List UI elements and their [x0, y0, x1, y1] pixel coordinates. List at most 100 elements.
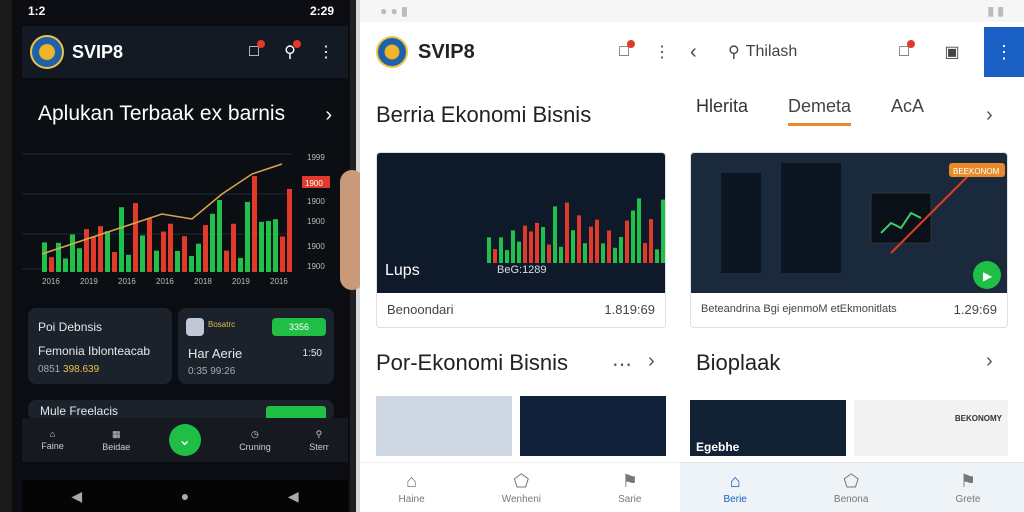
candle	[559, 246, 563, 263]
bottom-nav-right: ⌂ Berie ⬠ Benona ⚑ Grete	[680, 462, 1024, 512]
candle	[529, 231, 533, 263]
news-card[interactable]: Lups BeG:1289 Benoondari 1.819:69	[376, 152, 666, 328]
candle	[613, 247, 617, 263]
image-overlay: Lups	[385, 262, 420, 279]
notification-dot	[293, 40, 301, 48]
more-icon[interactable]: ⋮	[648, 38, 676, 66]
chevron-right-icon[interactable]: ›	[648, 350, 655, 373]
notification-dot	[907, 40, 915, 48]
y-tick: 1999	[307, 153, 325, 162]
thumbnail[interactable]: Egebhe	[690, 400, 846, 456]
candle	[252, 176, 257, 272]
tab-hlerita[interactable]: Hlerita	[696, 96, 748, 126]
recents-icon[interactable]: ◀	[288, 488, 299, 505]
chevron-right-icon[interactable]: ›	[986, 350, 993, 373]
candle	[266, 221, 271, 272]
candle	[224, 250, 229, 272]
candle	[493, 249, 497, 263]
app-title: SVIP8	[418, 40, 475, 63]
back-arrow-icon[interactable]: ‹	[690, 41, 718, 64]
candle	[147, 218, 152, 272]
search-icon[interactable]: ⚲	[728, 42, 740, 62]
nav-market[interactable]: ⬠ Benona	[834, 471, 868, 505]
thumbnail[interactable]	[520, 396, 666, 456]
app-title: SVIP8	[72, 41, 124, 62]
nav-center[interactable]: ⌄	[168, 424, 201, 456]
nav-label: Cruning	[239, 441, 271, 452]
search-icon[interactable]: ⚲	[276, 38, 304, 66]
card-title: Har Aerie	[188, 346, 243, 361]
chat-icon[interactable]: □	[610, 38, 638, 66]
app-bar-right: ‹ ⚲ Thilash □ ▣ ⋮	[690, 26, 1024, 78]
menu-button[interactable]: ⋮	[984, 27, 1024, 77]
card-meta: 0851 398.639	[38, 364, 99, 375]
section-title: Berria Ekonomi Bisnis	[376, 102, 592, 127]
candle	[625, 220, 629, 263]
candle	[631, 210, 635, 263]
nav-saved[interactable]: ⚑ Sarie	[618, 471, 641, 505]
nav-label: Wenheni	[501, 493, 542, 505]
candle	[49, 257, 54, 272]
candle	[182, 236, 187, 272]
candle	[245, 201, 250, 272]
chevron-right-icon[interactable]: ›	[986, 104, 993, 127]
y-tick: 1900	[307, 217, 325, 226]
y-tick: 1900	[307, 262, 325, 271]
chat-icon[interactable]: □	[890, 38, 918, 66]
candle	[63, 258, 68, 272]
candle	[70, 234, 75, 272]
bookmark-icon: ⚑	[621, 470, 638, 491]
thumbnail[interactable]: BEKONOMY	[854, 400, 1008, 456]
image-overlay-2: BeG:1289	[497, 264, 547, 276]
status-bar-2: ● ● ▮ ▮ ▮	[360, 0, 1024, 22]
nav-search[interactable]: ⚲ Sterr	[309, 429, 329, 452]
caption-text: Beteandrina Bgi ejenmoM etEkmonitlats	[701, 303, 897, 315]
news-card-1[interactable]: Poi Debnsis Femonia Iblonteacab 0851 398…	[28, 308, 172, 384]
pentagon-icon: ⬠	[513, 470, 530, 491]
nav-home[interactable]: ⌂ Haine	[399, 471, 425, 505]
candle	[649, 219, 653, 263]
card-image: Lups BeG:1289	[377, 153, 665, 293]
news-card-2[interactable]: Bosatrc 3356 Har Aerie 1:50 0:35 99:26	[178, 308, 334, 384]
nav-label: Berie	[723, 493, 747, 505]
candle	[553, 206, 557, 263]
search-input[interactable]: Thilash	[746, 43, 890, 61]
candle	[238, 257, 243, 272]
nav-home[interactable]: ⌂ Faine	[41, 429, 64, 451]
news-card[interactable]: BEEKONOM ▶ Beteandrina Bgi ejenmoM etEkm…	[690, 152, 1008, 328]
x-tick: 2016	[270, 277, 288, 286]
candle	[517, 241, 521, 263]
nav-market[interactable]: ⬠ Wenheni	[502, 471, 541, 505]
nav-library[interactable]: ▦ Beidae	[102, 429, 130, 452]
home-icon: ⌂	[729, 470, 741, 491]
card-value: 1:50	[302, 348, 322, 359]
app-bar: SVIP8 □ ⚲ ⋮	[22, 26, 348, 78]
candle	[287, 188, 292, 272]
chat-icon[interactable]: □	[240, 38, 268, 66]
candle	[259, 221, 264, 272]
tab-aca[interactable]: AcA	[891, 96, 924, 126]
news-card-3[interactable]: Mule Freelacis	[28, 400, 334, 420]
candle	[595, 219, 599, 263]
caption-text: Benoondari	[387, 301, 454, 317]
nav-clock[interactable]: ◷ Cruning	[239, 429, 271, 452]
back-icon[interactable]: ◀	[71, 488, 82, 505]
share-icon[interactable]: ▣	[938, 38, 966, 66]
candle	[42, 242, 47, 272]
thumbnail[interactable]	[376, 396, 512, 456]
home-circle-icon[interactable]: ●	[181, 488, 189, 504]
candle	[231, 223, 236, 272]
candle	[273, 219, 278, 272]
nav-saved[interactable]: ⚑ Grete	[955, 471, 980, 505]
left-phone: 1:2 2:29 SVIP8 □ ⚲ ⋮ Aplukan Terbaak ex …	[12, 0, 356, 512]
tab-demeta[interactable]: Demeta	[788, 96, 852, 126]
app-logo	[30, 35, 64, 69]
hero-chart-card[interactable]: Aplukan Terbaak ex barnis › 1900 1999 19…	[22, 84, 348, 294]
nav-home[interactable]: ⌂ Berie	[724, 471, 747, 505]
candle	[175, 250, 180, 272]
candle	[91, 236, 96, 272]
candle	[589, 226, 593, 263]
card-caption: Beteandrina Bgi ejenmoM etEkmonitlats 1.…	[691, 291, 1007, 327]
more-icon[interactable]: ⋮	[312, 38, 340, 66]
more-dots-icon[interactable]: ⋯	[612, 352, 632, 377]
